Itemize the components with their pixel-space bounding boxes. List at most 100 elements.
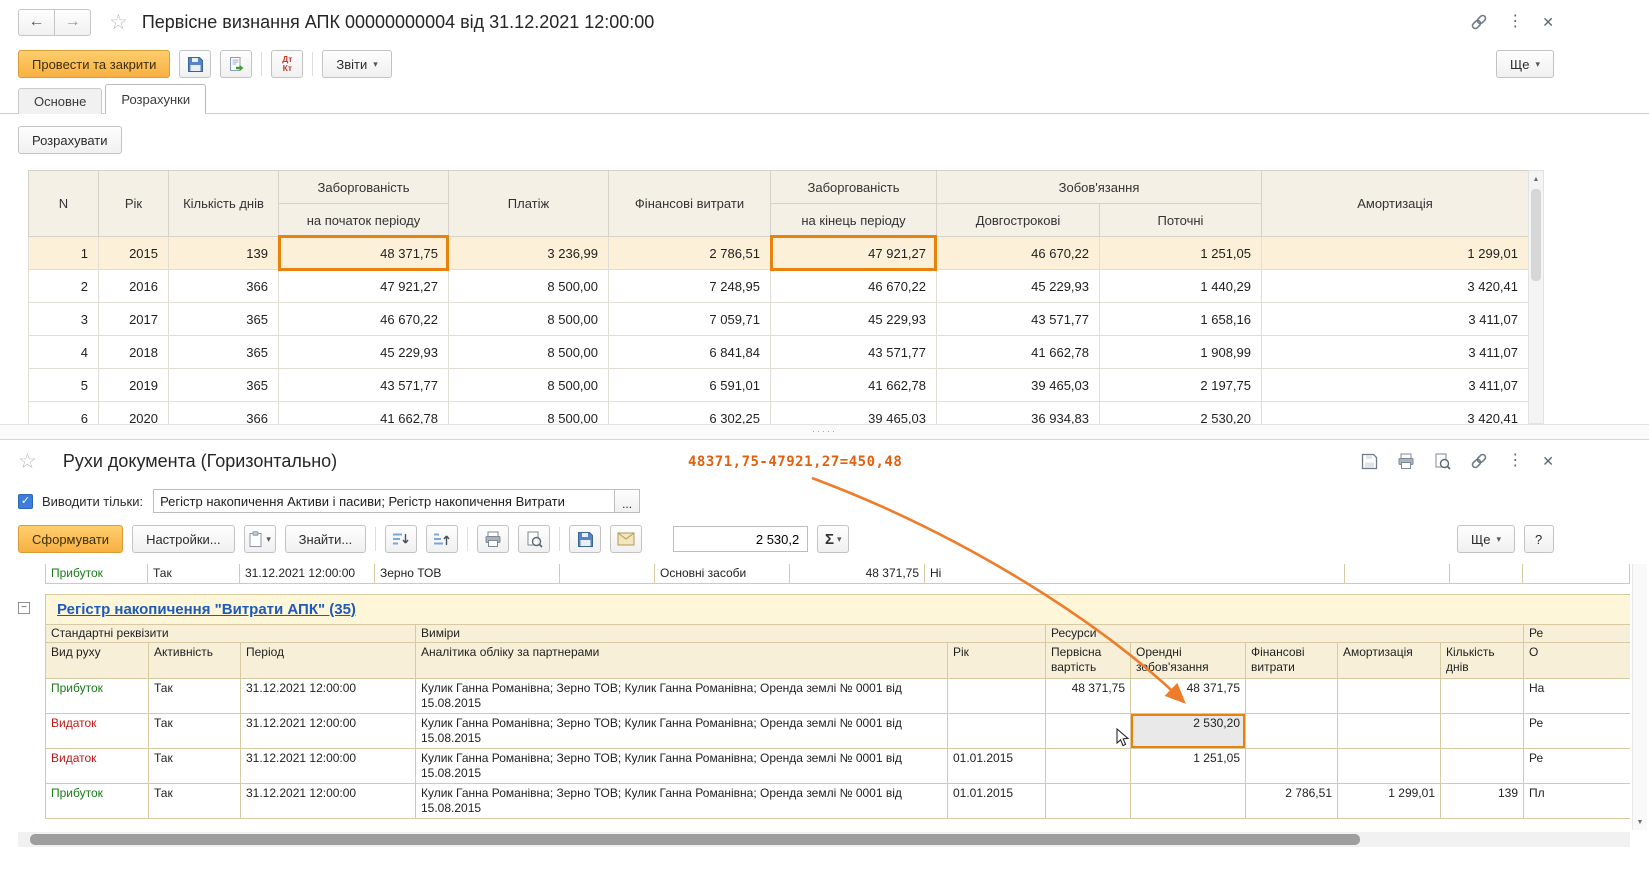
reports-dropdown-button[interactable]: Звіти ▾ <box>322 50 391 78</box>
register-row[interactable]: Прибуток Так 31.12.2021 12:00:00 Кулик Г… <box>46 679 1631 714</box>
close-icon[interactable]: ✕ <box>1542 15 1554 29</box>
horizontal-scrollbar[interactable] <box>18 832 1630 847</box>
cell[interactable]: 6 841,84 <box>609 336 771 369</box>
cell[interactable]: 366 <box>169 402 279 425</box>
cell-movement-type[interactable]: Видаток <box>46 749 149 784</box>
table-row[interactable]: 6202036641 662,788 500,006 302,2539 465,… <box>29 402 1529 425</box>
vertical-scrollbar[interactable]: ▲ <box>1528 170 1544 424</box>
cell[interactable]: 8 500,00 <box>449 303 609 336</box>
scrollbar-thumb[interactable] <box>30 834 1360 845</box>
cell[interactable]: 2018 <box>99 336 169 369</box>
cell[interactable] <box>1345 564 1450 584</box>
cell-year[interactable]: 01.01.2015 <box>948 749 1046 784</box>
cell[interactable]: 8 500,00 <box>449 336 609 369</box>
cell-highlighted-debt-start[interactable]: 48 371,75 <box>279 237 449 270</box>
cell-amortization[interactable] <box>1338 679 1441 714</box>
cell[interactable]: 41 662,78 <box>937 336 1100 369</box>
register-section-link[interactable]: Регістр накопичення "Витрати АПК" (35) <box>57 601 356 618</box>
close-icon[interactable]: ✕ <box>1542 454 1554 468</box>
cell[interactable]: 43 571,77 <box>279 369 449 402</box>
cell[interactable]: 45 229,93 <box>771 303 937 336</box>
previous-register-row[interactable]: Прибуток Так 31.12.2021 12:00:00 Зерно Т… <box>45 564 1630 584</box>
cell[interactable]: 2016 <box>99 270 169 303</box>
cell-analytics[interactable]: Кулик Ганна Романівна; Зерно ТОВ; Кулик … <box>416 714 948 749</box>
cell[interactable]: 139 <box>169 237 279 270</box>
cell-analytics[interactable]: Кулик Ганна Романівна; Зерно ТОВ; Кулик … <box>416 749 948 784</box>
favorite-star-icon[interactable]: ☆ <box>18 449 37 474</box>
cell[interactable]: 39 465,03 <box>771 402 937 425</box>
cell[interactable]: 7 248,95 <box>609 270 771 303</box>
save-result-button[interactable] <box>569 525 601 553</box>
cell-lease-obligations[interactable]: 48 371,75 <box>1131 679 1246 714</box>
table-row[interactable]: 1 2015 139 48 371,75 3 236,99 2 786,51 4… <box>29 237 1529 270</box>
table-row[interactable]: 4201836545 229,938 500,006 841,8443 571,… <box>29 336 1529 369</box>
cell[interactable]: 2015 <box>99 237 169 270</box>
window-splitter[interactable]: ····· <box>0 424 1649 440</box>
cell-year[interactable]: 01.01.2015 <box>948 784 1046 819</box>
cell-period[interactable]: 31.12.2021 12:00:00 <box>241 749 416 784</box>
register-row[interactable]: Видаток Так 31.12.2021 12:00:00 Кулик Га… <box>46 714 1631 749</box>
cell[interactable]: 41 662,78 <box>771 369 937 402</box>
cell-highlighted-debt-end[interactable]: 47 921,27 <box>771 237 937 270</box>
filter-browse-button[interactable]: ... <box>614 489 640 513</box>
cell[interactable]: 39 465,03 <box>937 369 1100 402</box>
cell-activity[interactable]: Так <box>149 749 241 784</box>
cell[interactable]: 3 420,41 <box>1262 402 1529 425</box>
cell[interactable]: 1 <box>29 237 99 270</box>
print-preview-icon[interactable] <box>1434 453 1451 470</box>
cell-fin-costs[interactable] <box>1246 714 1338 749</box>
cell-fin-costs[interactable]: 2 786,51 <box>1246 784 1338 819</box>
cell[interactable]: 1 299,01 <box>1262 237 1529 270</box>
variants-dropdown-button[interactable]: ▾ <box>244 525 276 553</box>
cell[interactable]: 6 <box>29 402 99 425</box>
cell-days[interactable]: 139 <box>1441 784 1524 819</box>
send-mail-button[interactable] <box>610 525 642 553</box>
print-button[interactable] <box>477 525 509 553</box>
print-icon[interactable] <box>1397 453 1415 470</box>
cell-period[interactable]: 31.12.2021 12:00:00 <box>240 564 375 584</box>
cell-movement-type[interactable]: Прибуток <box>46 679 149 714</box>
cell[interactable]: 1 440,29 <box>1100 270 1262 303</box>
collapse-section-toggle[interactable]: − <box>18 602 30 614</box>
cell[interactable]: 1 908,99 <box>1100 336 1262 369</box>
save-button[interactable] <box>179 50 211 78</box>
cell[interactable]: 2020 <box>99 402 169 425</box>
table-row[interactable]: 2201636647 921,278 500,007 248,9546 670,… <box>29 270 1529 303</box>
cell[interactable]: Пл <box>1524 784 1631 819</box>
cell[interactable]: 365 <box>169 369 279 402</box>
cell[interactable]: 365 <box>169 336 279 369</box>
cell-movement-type[interactable]: Прибуток <box>46 784 149 819</box>
cell[interactable]: 3 411,07 <box>1262 369 1529 402</box>
cell-amortization[interactable] <box>1338 749 1441 784</box>
cell[interactable]: 46 670,22 <box>771 270 937 303</box>
cell-amortization[interactable] <box>1338 714 1441 749</box>
forward-button[interactable]: → <box>54 9 91 36</box>
cell[interactable]: 3 <box>29 303 99 336</box>
cell[interactable]: 6 591,01 <box>609 369 771 402</box>
find-button[interactable]: Знайти... <box>285 525 367 553</box>
cell[interactable]: 2 197,75 <box>1100 369 1262 402</box>
scroll-down-icon[interactable]: ▼ <box>1633 815 1647 830</box>
generate-button[interactable]: Сформувати <box>18 525 123 553</box>
cell-flag[interactable]: Ні <box>925 564 1345 584</box>
sum-dropdown-button[interactable]: Σ ▾ <box>817 525 849 553</box>
save-icon[interactable] <box>1361 453 1378 470</box>
cell[interactable]: 43 571,77 <box>771 336 937 369</box>
cell[interactable]: 8 500,00 <box>449 369 609 402</box>
cell[interactable]: 1 658,16 <box>1100 303 1262 336</box>
cell[interactable]: 47 921,27 <box>279 270 449 303</box>
cell[interactable] <box>560 564 655 584</box>
help-button[interactable]: ? <box>1524 525 1554 553</box>
cell-fin-costs[interactable] <box>1246 749 1338 784</box>
cell-activity[interactable]: Так <box>149 784 241 819</box>
filter-checkbox[interactable]: ✓ <box>18 494 33 509</box>
tab-main[interactable]: Основне <box>18 88 102 114</box>
cell-days[interactable] <box>1441 749 1524 784</box>
cell[interactable]: 2017 <box>99 303 169 336</box>
cell-period[interactable]: 31.12.2021 12:00:00 <box>241 714 416 749</box>
cell-year[interactable] <box>948 714 1046 749</box>
more-actions-button[interactable]: Ще ▾ <box>1457 525 1515 553</box>
post-and-close-button[interactable]: Провести та закрити <box>18 50 170 78</box>
tab-calculations[interactable]: Розрахунки <box>105 84 206 114</box>
cell-analytics[interactable]: Кулик Ганна Романівна; Зерно ТОВ; Кулик … <box>416 784 948 819</box>
